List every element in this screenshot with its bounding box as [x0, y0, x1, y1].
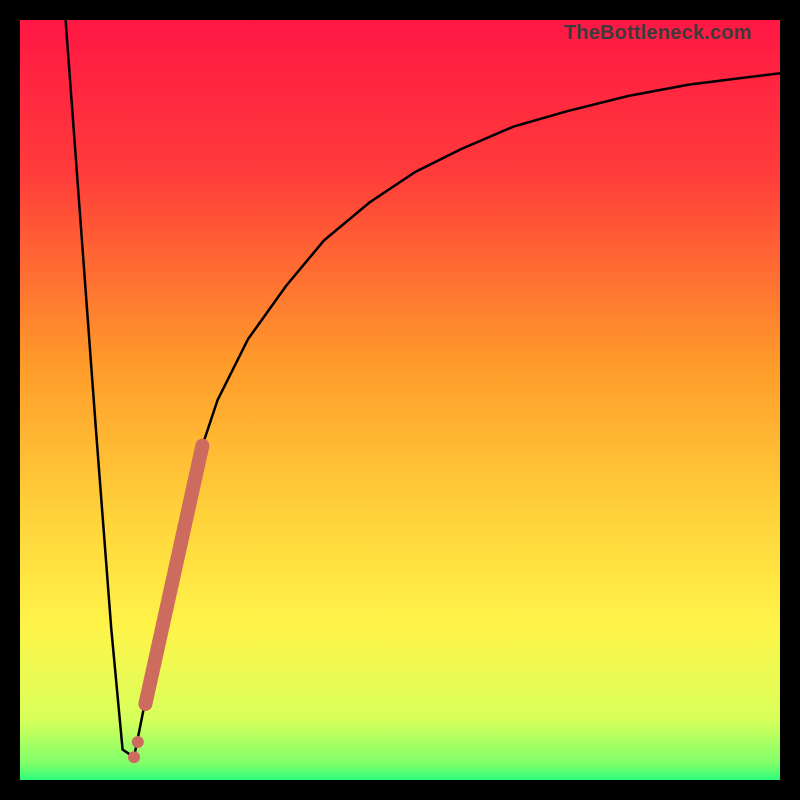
overlay-dot: [132, 736, 144, 748]
chart-frame: TheBottleneck.com: [0, 0, 800, 800]
overlay-dot: [128, 751, 140, 763]
bottleneck-curve: [66, 20, 780, 757]
highlighted-range: [145, 446, 202, 704]
chart-svg: [20, 20, 780, 780]
plot-area: TheBottleneck.com: [20, 20, 780, 780]
